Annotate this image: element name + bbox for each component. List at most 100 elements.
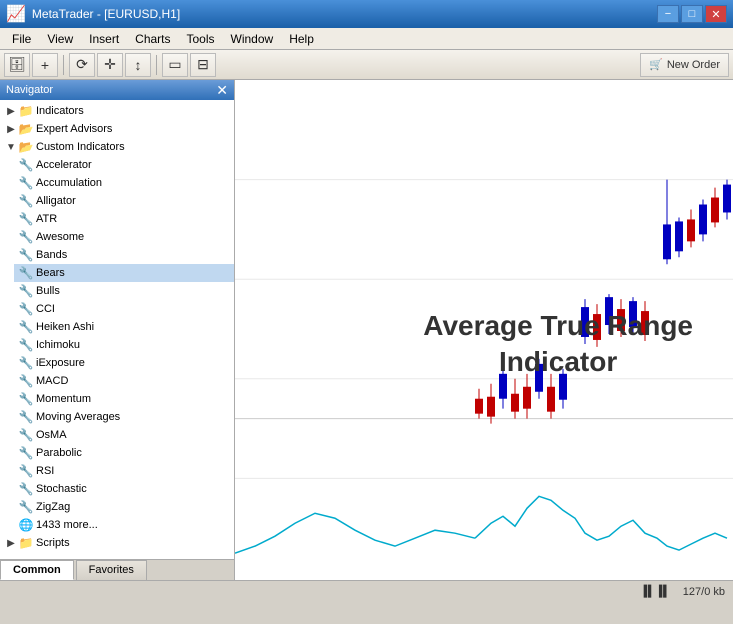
indicator-icon-rsi: 🔧: [18, 463, 34, 479]
tree-item-custom-indicators[interactable]: ▼ 📂 Custom Indicators: [0, 138, 234, 156]
tree-item-rsi[interactable]: 🔧 RSI: [14, 462, 234, 480]
tree-item-expert-advisors[interactable]: ▶ 📂 Expert Advisors: [0, 120, 234, 138]
status-info: 127/0 kb: [683, 586, 725, 598]
atr-label: ATR: [36, 213, 57, 225]
tree-item-osma[interactable]: 🔧 OsMA: [14, 426, 234, 444]
menu-tools[interactable]: Tools: [179, 30, 223, 48]
indicator-icon-osma: 🔧: [18, 427, 34, 443]
osma-label: OsMA: [36, 429, 67, 441]
folder-icon-ea: 📂: [18, 121, 34, 137]
tab-favorites[interactable]: Favorites: [76, 560, 147, 580]
toolbar: 🗄 + ⟳ ✛ ↕ ▭ ⊟ 🛒 New Order: [0, 50, 733, 80]
parabolic-label: Parabolic: [36, 447, 82, 459]
indicator-icon-parabolic: 🔧: [18, 445, 34, 461]
indicator-icon-bands: 🔧: [18, 247, 34, 263]
expander-indicators[interactable]: ▶: [4, 104, 18, 118]
chart-area[interactable]: Average True Range Indicator: [235, 80, 733, 580]
indicator-icon-ma: 🔧: [18, 409, 34, 425]
indicator-icon-momentum: 🔧: [18, 391, 34, 407]
folder-icon-scripts: 📁: [18, 535, 34, 551]
tree-item-accelerator[interactable]: 🔧 Accelerator: [14, 156, 234, 174]
toolbar-separator-2: [156, 55, 157, 75]
tree-item-indicators[interactable]: ▶ 📁 Indicators: [0, 102, 234, 120]
tree-item-heiken-ashi[interactable]: 🔧 Heiken Ashi: [14, 318, 234, 336]
new-order-button[interactable]: 🛒 New Order: [640, 53, 729, 77]
tree-item-iexposure[interactable]: 🔧 iExposure: [14, 354, 234, 372]
expander-ea[interactable]: ▶: [4, 122, 18, 136]
toolbar-btn-7[interactable]: ⊟: [190, 53, 216, 77]
toolbar-btn-3[interactable]: ⟳: [69, 53, 95, 77]
tree-item-moving-averages[interactable]: 🔧 Moving Averages: [14, 408, 234, 426]
minimize-button[interactable]: −: [657, 5, 679, 23]
navigator-panel: Navigator ✕ ▶ 📁 Indicators ▶ 📂 Expert Ad…: [0, 80, 235, 580]
status-chart-icon: ▐▌▐▌: [640, 585, 671, 598]
heiken-label: Heiken Ashi: [36, 321, 94, 333]
stochastic-label: Stochastic: [36, 483, 87, 495]
indicator-icon-ichimoku: 🔧: [18, 337, 34, 353]
app-icon: 📈: [6, 4, 26, 24]
tree-item-ichimoku[interactable]: 🔧 Ichimoku: [14, 336, 234, 354]
indicator-icon-awesome: 🔧: [18, 229, 34, 245]
navigator-title: Navigator: [6, 84, 53, 96]
navigator-tree[interactable]: ▶ 📁 Indicators ▶ 📂 Expert Advisors ▼ 📂 C…: [0, 100, 234, 559]
indicator-icon-macd: 🔧: [18, 373, 34, 389]
expander-scripts[interactable]: ▶: [4, 536, 18, 550]
tree-item-bulls[interactable]: 🔧 Bulls: [14, 282, 234, 300]
tab-common[interactable]: Common: [0, 560, 74, 580]
menu-charts[interactable]: Charts: [127, 30, 178, 48]
menu-window[interactable]: Window: [223, 30, 282, 48]
tree-item-bears[interactable]: 🔧 Bears: [14, 264, 234, 282]
close-button[interactable]: ✕: [705, 5, 727, 23]
tree-item-bands[interactable]: 🔧 Bands: [14, 246, 234, 264]
tree-item-momentum[interactable]: 🔧 Momentum: [14, 390, 234, 408]
toolbar-btn-6[interactable]: ▭: [162, 53, 188, 77]
tree-item-zigzag[interactable]: 🔧 ZigZag: [14, 498, 234, 516]
ma-label: Moving Averages: [36, 411, 120, 423]
menu-view[interactable]: View: [39, 30, 81, 48]
indicator-icon-alligator: 🔧: [18, 193, 34, 209]
indicator-icon-cci: 🔧: [18, 301, 34, 317]
toolbar-btn-2[interactable]: +: [32, 53, 58, 77]
title-bar-left: 📈 MetaTrader - [EURUSD,H1]: [6, 4, 180, 24]
custom-indicators-children: 🔧 Accelerator 🔧 Accumulation 🔧 Alligator…: [0, 156, 234, 534]
navigator-close[interactable]: ✕: [216, 83, 228, 97]
indicator-icon-bulls: 🔧: [18, 283, 34, 299]
zigzag-label: ZigZag: [36, 501, 70, 513]
indicator-icon-accelerator: 🔧: [18, 157, 34, 173]
tree-item-cci[interactable]: 🔧 CCI: [14, 300, 234, 318]
navigator-header: Navigator ✕: [0, 80, 234, 100]
tree-item-parabolic[interactable]: 🔧 Parabolic: [14, 444, 234, 462]
cci-label: CCI: [36, 303, 55, 315]
ea-label: Expert Advisors: [36, 123, 112, 135]
tree-item-atr[interactable]: 🔧 ATR: [14, 210, 234, 228]
tree-item-awesome[interactable]: 🔧 Awesome: [14, 228, 234, 246]
tree-item-accumulation[interactable]: 🔧 Accumulation: [14, 174, 234, 192]
navigator-tabs: Common Favorites: [0, 559, 234, 580]
menu-file[interactable]: File: [4, 30, 39, 48]
indicator-icon-accumulation: 🔧: [18, 175, 34, 191]
chart-svg: [235, 80, 733, 580]
expander-custom[interactable]: ▼: [4, 140, 18, 154]
tree-item-alligator[interactable]: 🔧 Alligator: [14, 192, 234, 210]
toolbar-btn-5[interactable]: ↕: [125, 53, 151, 77]
menu-help[interactable]: Help: [281, 30, 322, 48]
indicator-icon-iexposure: 🔧: [18, 355, 34, 371]
new-order-label: New Order: [667, 59, 720, 71]
tree-item-stochastic[interactable]: 🔧 Stochastic: [14, 480, 234, 498]
tree-item-scripts[interactable]: ▶ 📁 Scripts: [0, 534, 234, 552]
new-chart-button[interactable]: 🗄: [4, 53, 30, 77]
momentum-label: Momentum: [36, 393, 91, 405]
toolbar-btn-4[interactable]: ✛: [97, 53, 123, 77]
menu-insert[interactable]: Insert: [81, 30, 127, 48]
maximize-button[interactable]: □: [681, 5, 703, 23]
tree-item-more[interactable]: 🌐 1433 more...: [14, 516, 234, 534]
toolbar-separator-1: [63, 55, 64, 75]
indicator-icon-bears: 🔧: [18, 265, 34, 281]
window-title: MetaTrader - [EURUSD,H1]: [32, 7, 180, 21]
tree-item-macd[interactable]: 🔧 MACD: [14, 372, 234, 390]
indicator-icon-zigzag: 🔧: [18, 499, 34, 515]
folder-icon-indicators: 📁: [18, 103, 34, 119]
macd-label: MACD: [36, 375, 68, 387]
more-label: 1433 more...: [36, 519, 98, 531]
menu-bar: File View Insert Charts Tools Window Hel…: [0, 28, 733, 50]
